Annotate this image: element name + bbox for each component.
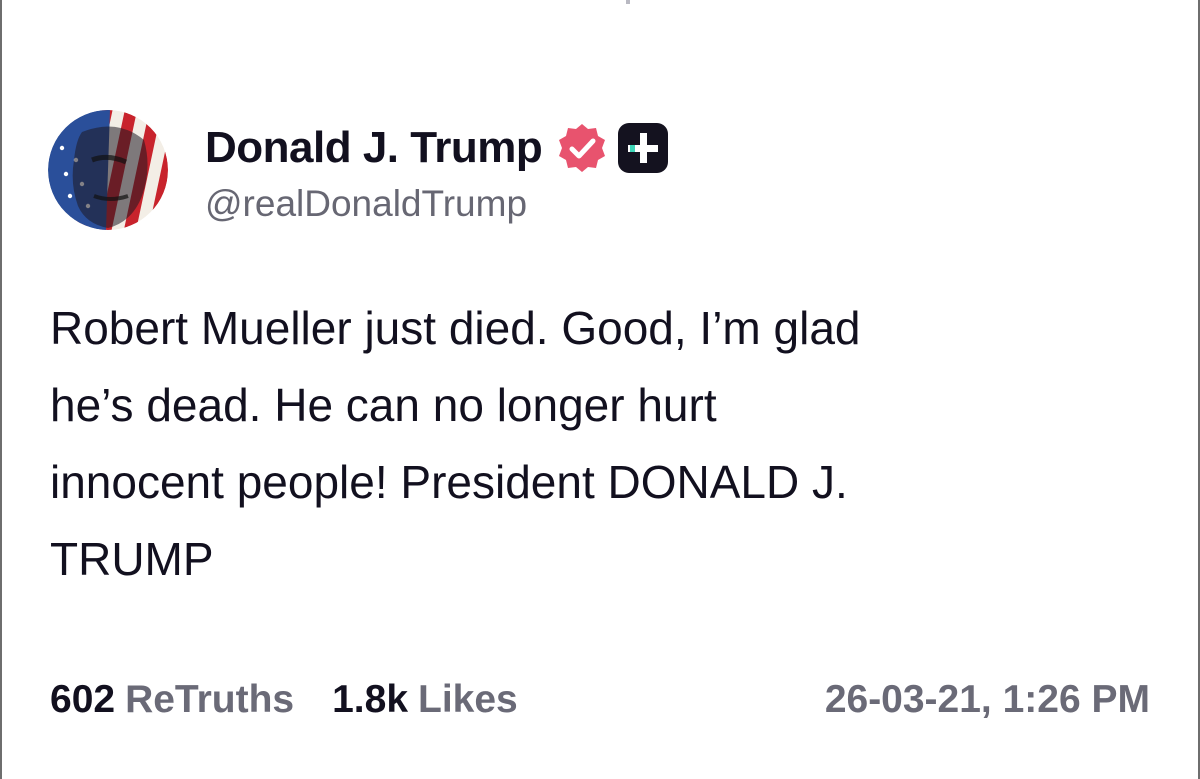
verified-badge-icon [556, 122, 608, 174]
post-stats-row: 602 ReTruths 1.8k Likes 26-03-21, 1:26 P… [50, 672, 1150, 728]
retruths-label: ReTruths [125, 678, 295, 721]
likes-label: Likes [418, 678, 518, 721]
plus-badge-icon [616, 121, 670, 175]
author-name-row: Donald J. Trump [205, 120, 670, 176]
author-handle[interactable]: @realDonaldTrump [205, 183, 527, 225]
post-timestamp: 26-03-21, 1:26 PM [824, 678, 1150, 721]
frame-border-left [0, 0, 2, 779]
top-edge-mark [626, 0, 630, 4]
retruths-count: 602 [50, 678, 116, 721]
avatar[interactable] [48, 110, 168, 230]
author-display-name[interactable]: Donald J. Trump [205, 123, 543, 173]
avatar-image [48, 110, 168, 230]
retruths-stat[interactable]: 602 ReTruths [50, 678, 294, 722]
likes-count: 1.8k [332, 678, 409, 721]
post-body-text: Robert Mueller just died. Good, I’m glad… [50, 302, 861, 585]
likes-stat[interactable]: 1.8k Likes [332, 678, 518, 722]
